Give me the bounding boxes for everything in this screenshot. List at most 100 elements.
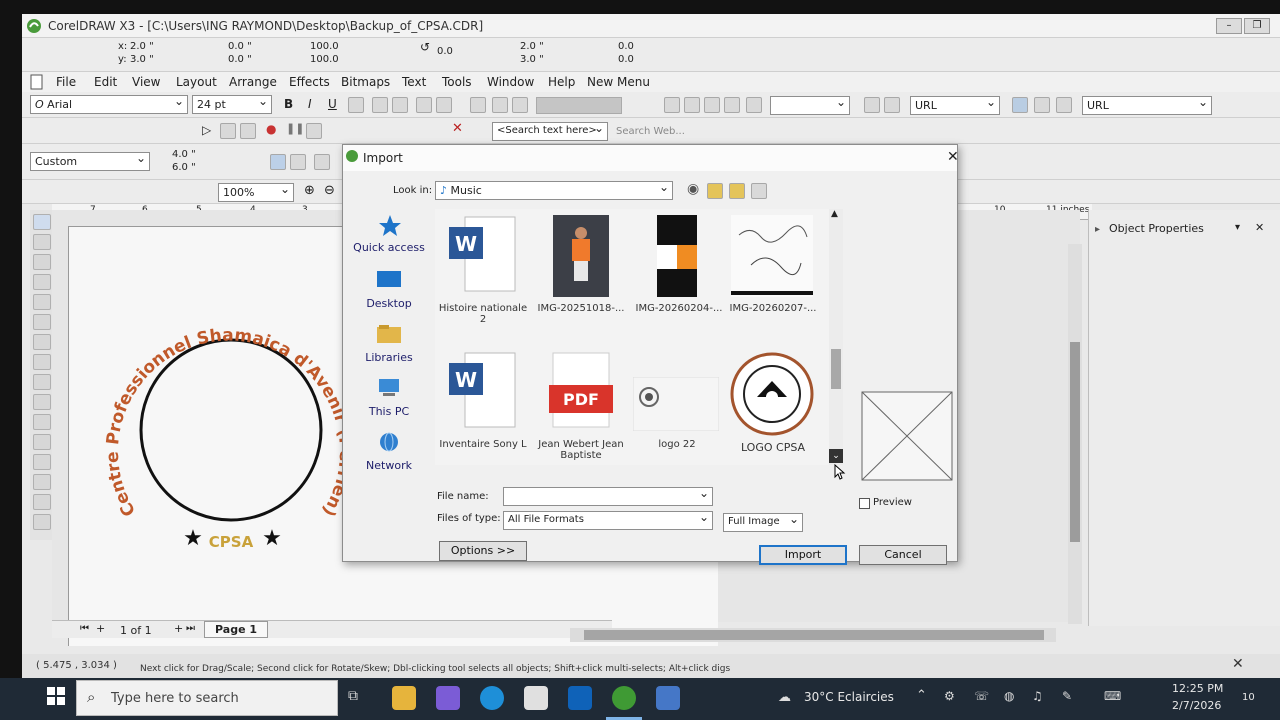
seal-thumbnail[interactable] bbox=[729, 351, 815, 437]
file-list-scrollbar[interactable]: ▲ ⌄ bbox=[829, 209, 843, 465]
zoom-tool[interactable] bbox=[33, 274, 51, 290]
add-page-button[interactable]: + bbox=[96, 622, 105, 635]
menu-arrange[interactable]: Arrange bbox=[229, 75, 277, 89]
position-x-field[interactable]: 2.0 " bbox=[520, 41, 544, 52]
link-options-button[interactable] bbox=[1056, 97, 1072, 113]
file-name-input[interactable] bbox=[503, 486, 713, 506]
link-tool-button[interactable] bbox=[1034, 97, 1050, 113]
underline-button[interactable]: U bbox=[328, 97, 337, 111]
scale-height-field[interactable]: 100.0 bbox=[310, 54, 339, 65]
file-item-label[interactable]: Histoire nationale 2 bbox=[435, 303, 531, 325]
offset-x-field[interactable]: 0.0 bbox=[618, 41, 634, 52]
close-search-icon[interactable]: ✕ bbox=[452, 121, 463, 136]
file-item-label[interactable]: IMG-20251018-... bbox=[533, 303, 629, 314]
x-field[interactable]: 2.0 " bbox=[130, 41, 154, 52]
libraries-icon[interactable] bbox=[375, 323, 403, 345]
file-item-label[interactable]: logo 22 bbox=[629, 439, 725, 450]
pause-icon[interactable]: ❚❚ bbox=[286, 122, 304, 135]
taskbar-time[interactable]: 12:25 PM bbox=[1172, 682, 1223, 695]
offset-y-field[interactable]: 0.0 bbox=[618, 54, 634, 65]
docker-close-icon[interactable]: ✕ bbox=[1255, 221, 1264, 234]
place-libraries[interactable]: Libraries bbox=[349, 351, 429, 364]
menu-file[interactable]: File bbox=[56, 75, 76, 89]
paper-preset-dropdown[interactable]: Custom bbox=[30, 151, 150, 171]
paper-height-field[interactable]: 6.0 " bbox=[172, 162, 196, 173]
format-text-button[interactable] bbox=[416, 97, 432, 113]
image-mode-dropdown[interactable]: Full Image bbox=[723, 512, 803, 532]
cancel-button[interactable]: Cancel bbox=[859, 545, 947, 565]
vertical-scrollbar[interactable] bbox=[1068, 244, 1082, 624]
web-dropdown[interactable] bbox=[770, 95, 850, 115]
menu-text[interactable]: Text bbox=[402, 75, 426, 89]
polygon-tool[interactable] bbox=[33, 374, 51, 390]
stop-button[interactable] bbox=[306, 123, 322, 139]
web-button-3[interactable] bbox=[704, 97, 720, 113]
back-icon[interactable]: ◉ bbox=[687, 181, 699, 197]
new-folder-button[interactable] bbox=[729, 183, 745, 199]
pick-tool[interactable] bbox=[33, 214, 51, 230]
volume-icon[interactable]: ♫ bbox=[1032, 689, 1043, 703]
photo-thumbnail[interactable] bbox=[553, 215, 609, 297]
width-field[interactable]: 0.0 " bbox=[228, 41, 252, 52]
web-button-2[interactable] bbox=[684, 97, 700, 113]
place-network[interactable]: Network bbox=[349, 459, 429, 472]
taskbar-date[interactable]: 2/7/2026 bbox=[1172, 699, 1221, 712]
weather-text[interactable]: 30°C Eclaircies bbox=[804, 690, 894, 704]
y-field[interactable]: 3.0 " bbox=[130, 54, 154, 65]
tray-icon[interactable]: ⚙ bbox=[944, 689, 955, 703]
menu-edit[interactable]: Edit bbox=[94, 75, 117, 89]
network-icon[interactable]: ◍ bbox=[1004, 689, 1014, 703]
font-size-dropdown[interactable]: 24 pt bbox=[192, 94, 272, 114]
signature-thumbnail[interactable] bbox=[731, 215, 813, 297]
color-field[interactable] bbox=[536, 97, 622, 114]
file-item-label[interactable]: Inventaire Sony L bbox=[435, 439, 531, 450]
freehand-tool[interactable] bbox=[33, 294, 51, 310]
up-folder-button[interactable] bbox=[707, 183, 723, 199]
coreldraw-taskbar-icon[interactable] bbox=[612, 686, 636, 710]
desktop-icon[interactable] bbox=[375, 269, 403, 291]
file-item-label[interactable]: LOGO CPSA bbox=[725, 441, 821, 454]
app-taskbar-icon[interactable] bbox=[656, 686, 680, 710]
horizontal-scrollbar[interactable] bbox=[570, 628, 1056, 642]
bold-button[interactable]: B bbox=[284, 97, 293, 111]
place-this-pc[interactable]: This PC bbox=[349, 405, 429, 418]
text-tool[interactable] bbox=[33, 414, 51, 430]
this-pc-icon[interactable] bbox=[375, 377, 403, 399]
scroll-up-icon[interactable]: ▲ bbox=[831, 209, 838, 219]
angle-field[interactable]: 0.0 bbox=[437, 46, 453, 57]
menu-effects[interactable]: Effects bbox=[289, 75, 330, 89]
file-list[interactable]: W Histoire nationale 2 IMG-20251018-... … bbox=[435, 209, 843, 465]
italic-button[interactable]: I bbox=[308, 97, 312, 111]
menu-layout[interactable]: Layout bbox=[176, 75, 217, 89]
smart-fill-tool[interactable] bbox=[33, 314, 51, 330]
draw-button[interactable] bbox=[240, 123, 256, 139]
interactive-fill-tool[interactable] bbox=[33, 514, 51, 530]
page-setup-button[interactable] bbox=[314, 154, 330, 170]
edge-browser-icon[interactable] bbox=[480, 686, 504, 710]
view-menu-button[interactable] bbox=[751, 183, 767, 199]
menu-tools[interactable]: Tools bbox=[442, 75, 472, 89]
edit-text-button[interactable] bbox=[436, 97, 452, 113]
trash-icon[interactable] bbox=[884, 97, 900, 113]
scroll-down-icon[interactable]: ⌄ bbox=[829, 449, 843, 463]
file-item-label[interactable]: IMG-20260204-... bbox=[631, 303, 727, 314]
horizontal-scrollbar-thumb[interactable] bbox=[584, 630, 1044, 640]
height-field[interactable]: 0.0 " bbox=[228, 54, 252, 65]
file-item-label[interactable]: Jean Webert Jean Baptiste bbox=[533, 439, 629, 461]
font-dropdown[interactable]: O Arial bbox=[30, 94, 188, 114]
file-item-label[interactable]: IMG-20260207-... bbox=[725, 303, 821, 314]
play-icon[interactable]: ▷ bbox=[202, 123, 211, 137]
position-y-field[interactable]: 3.0 " bbox=[520, 54, 544, 65]
dialog-close-icon[interactable]: ✕ bbox=[947, 149, 959, 165]
menu-view[interactable]: View bbox=[132, 75, 160, 89]
place-desktop[interactable]: Desktop bbox=[349, 297, 429, 310]
zoom-in-icon[interactable]: ⊕ bbox=[304, 183, 315, 198]
menu-bitmaps[interactable]: Bitmaps bbox=[341, 75, 390, 89]
outline-tool[interactable] bbox=[33, 474, 51, 490]
preview-checkbox[interactable] bbox=[859, 498, 870, 509]
menu-help[interactable]: Help bbox=[548, 75, 575, 89]
show-hidden-icons-icon[interactable]: ⌃ bbox=[916, 688, 927, 703]
maximize-button[interactable]: ❐ bbox=[1244, 18, 1270, 34]
import-button[interactable]: Import bbox=[759, 545, 847, 565]
media-button[interactable] bbox=[220, 123, 236, 139]
